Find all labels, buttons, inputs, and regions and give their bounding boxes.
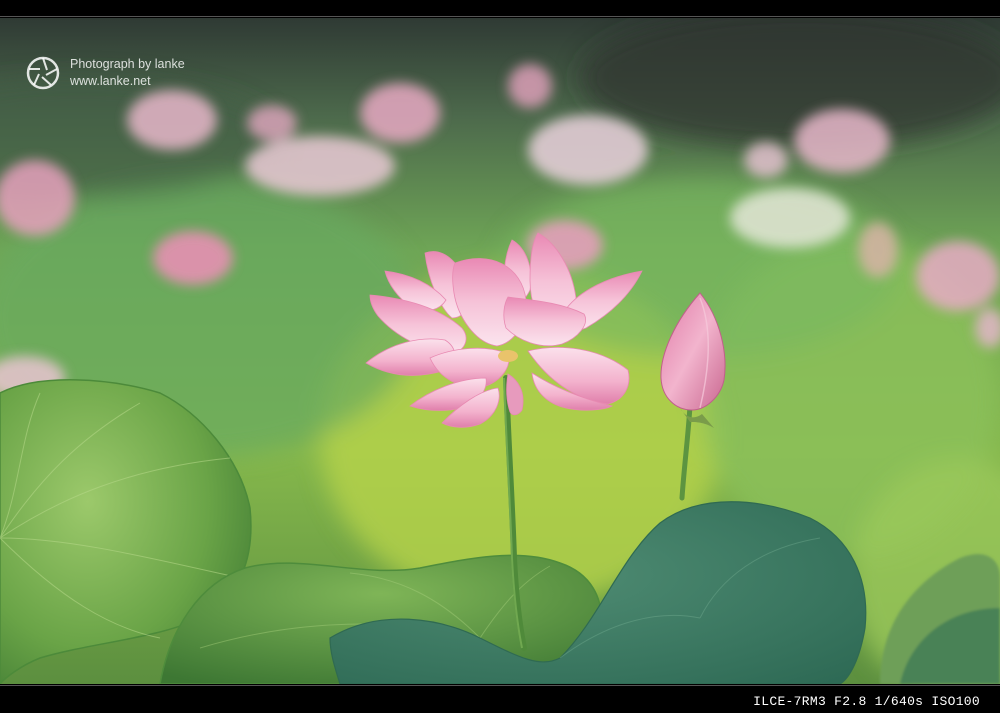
exif-info: ILCE-7RM3 F2.8 1/640s ISO100 <box>753 694 980 709</box>
lotus-photo: Photograph by lanke www.lanke.net <box>0 18 1000 684</box>
photo-scene <box>0 18 1000 684</box>
frame-border-bottom <box>0 685 1000 686</box>
frame-border-top <box>0 16 1000 17</box>
watermark-credit: Photograph by lanke <box>70 57 185 71</box>
watermark-url: www.lanke.net <box>70 74 151 88</box>
photo-frame: Photograph by lanke www.lanke.net ILCE-7… <box>0 0 1000 713</box>
aperture-logo-icon <box>26 56 60 90</box>
watermark: Photograph by lanke www.lanke.net <box>26 56 185 90</box>
